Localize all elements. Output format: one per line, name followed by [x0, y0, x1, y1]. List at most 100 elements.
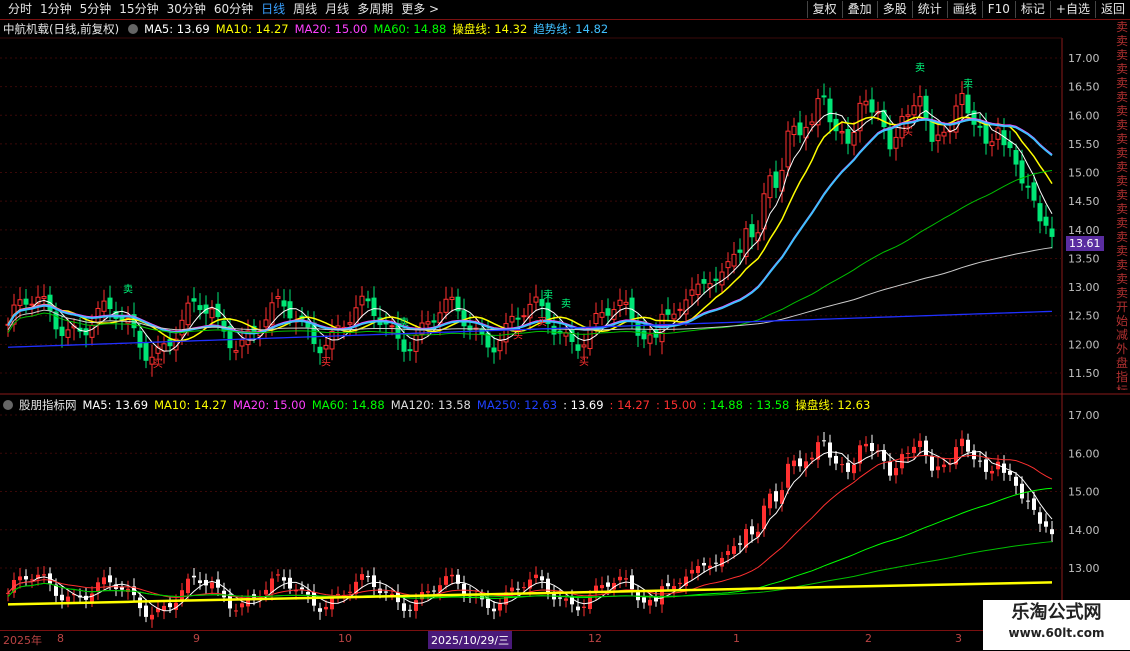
candle-body	[1031, 182, 1037, 201]
b-candle-body	[642, 597, 646, 603]
b-candle-body	[444, 576, 448, 585]
candle-body	[365, 298, 371, 302]
candle-body	[101, 300, 107, 312]
b-candle-body	[408, 609, 412, 611]
candle-body	[941, 131, 947, 137]
b-candle-body	[1050, 529, 1054, 535]
candle-body	[809, 121, 815, 125]
b-candle-body	[516, 588, 520, 590]
top-y-tick: 14.00	[1068, 224, 1100, 237]
ma5-value: MA5: 13.69	[144, 22, 210, 36]
candle-body	[755, 232, 761, 242]
buy-marker: 买	[579, 356, 589, 368]
candle-body	[461, 310, 467, 327]
candle-body	[413, 334, 419, 352]
candle-body	[905, 114, 911, 117]
candle-body	[887, 126, 893, 150]
candle-body	[533, 296, 539, 303]
b-candle-body	[1038, 512, 1042, 524]
candle-body	[737, 249, 743, 253]
b-candle-body	[696, 566, 700, 573]
buy-marker: 买	[321, 356, 331, 368]
b-candle-body	[714, 562, 718, 564]
date-axis: 2025/10/29/三 2025年 8 9 10 12 1 2 3	[0, 630, 1130, 651]
sell-marker: 卖	[963, 78, 973, 90]
b-candle-body	[378, 588, 382, 594]
b-candle-body	[24, 576, 28, 580]
b-candle-body	[372, 575, 376, 587]
b-candle-body	[966, 439, 970, 452]
b-candle-body	[732, 546, 736, 554]
panel-settings-icon[interactable]	[128, 24, 139, 34]
b-candle-body	[390, 593, 394, 595]
candle-body	[65, 329, 71, 338]
candle-body	[923, 95, 929, 120]
ma60-value: MA60: 14.88	[373, 22, 447, 36]
b-candle-body	[558, 597, 562, 599]
candle-body	[431, 320, 437, 323]
b-candle-body	[360, 574, 364, 580]
candle-body	[185, 302, 191, 326]
candle-body	[41, 295, 47, 299]
b-candle-body	[264, 589, 268, 595]
b-candle-body	[738, 543, 742, 545]
candle-body	[893, 136, 899, 149]
b-candle-body	[1026, 500, 1030, 502]
top-y-tick: 15.00	[1068, 167, 1100, 180]
candle-body	[719, 271, 725, 286]
candle-body	[911, 105, 917, 116]
candle-body	[491, 347, 497, 353]
top-y-tick: 17.00	[1068, 52, 1100, 65]
kline-chart-area[interactable]: 17.00 16.50 16.00 15.50 15.00 14.50 14.00 13.50…	[0, 0, 1130, 650]
top-y-tick: 13.50	[1068, 252, 1100, 265]
candle-body	[167, 339, 173, 347]
candle-body	[599, 312, 605, 318]
b-candle-body	[798, 458, 802, 467]
b-candle-body	[144, 605, 148, 617]
top-y-tick: 16.50	[1068, 81, 1100, 94]
site-watermark: 乐淘公式网 www.60lt.com	[983, 600, 1130, 650]
b-candle-body	[624, 578, 628, 580]
operate-line-value: 操盘线: 14.32	[452, 22, 528, 36]
candle-body	[29, 303, 35, 306]
b-candle-body	[660, 586, 664, 605]
b-candle-body	[678, 582, 682, 584]
b-v1: : 13.69	[563, 398, 604, 412]
selected-date: 2025/10/29/三	[428, 631, 513, 649]
b-candle-body	[498, 603, 502, 611]
candle-body	[515, 317, 521, 320]
candle-body	[1013, 150, 1019, 165]
b-candle-body	[102, 577, 106, 585]
candle-body	[107, 297, 113, 310]
b-candle-body	[486, 598, 490, 608]
candle-body	[869, 99, 875, 113]
buy-marker: 买	[513, 329, 523, 341]
bottom-y-tick: 15.00	[1068, 486, 1100, 499]
b-candle-body	[750, 526, 754, 535]
candle-body	[551, 325, 557, 335]
b-candle-body	[576, 606, 580, 611]
candle-body	[761, 193, 767, 230]
indicator-title: 股朋指标网	[19, 398, 77, 412]
candle-body	[401, 339, 407, 352]
candle-body	[317, 346, 323, 354]
b-candle-body	[792, 460, 796, 467]
bottom-y-tick: 13.00	[1068, 562, 1100, 575]
indicator-settings-icon[interactable]	[3, 400, 13, 410]
candle-body	[827, 98, 833, 123]
b-candle-body	[60, 594, 64, 601]
candle-body	[713, 278, 719, 281]
candle-body	[845, 129, 851, 144]
candle-body	[689, 289, 695, 296]
b-candle-body	[606, 582, 610, 587]
candle-body	[59, 326, 65, 337]
candle-body	[17, 299, 23, 306]
b-candle-body	[786, 463, 790, 488]
date-label-1: 8	[57, 632, 64, 645]
b-candle-body	[540, 576, 544, 581]
b-candle-body	[492, 608, 496, 612]
b-candle-body	[66, 596, 70, 602]
candle-body	[1037, 203, 1043, 222]
b-candle-body	[648, 599, 652, 606]
candle-body	[839, 131, 845, 134]
